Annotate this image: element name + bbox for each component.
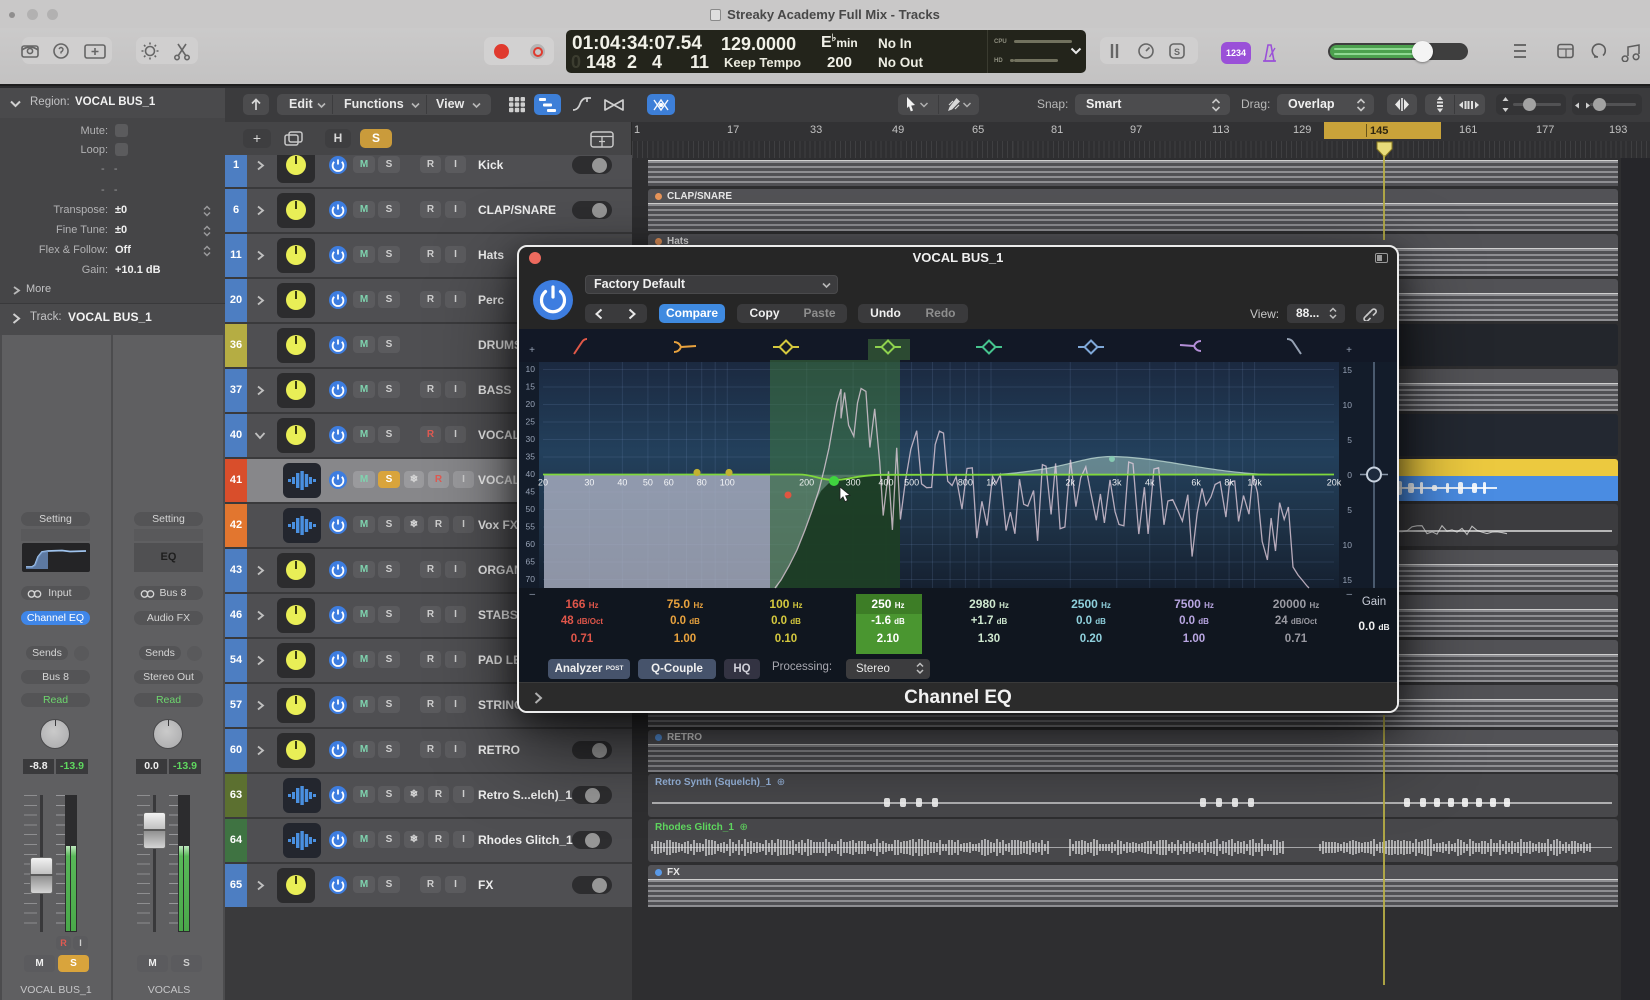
svg-text:35: 35 — [526, 452, 536, 462]
svg-text:6k: 6k — [1191, 478, 1201, 488]
svg-text:5: 5 — [1347, 435, 1352, 445]
svg-text:80: 80 — [697, 478, 707, 488]
svg-text:400: 400 — [878, 478, 893, 488]
svg-text:100: 100 — [720, 478, 735, 488]
svg-text:5: 5 — [1347, 505, 1352, 515]
svg-text:10k: 10k — [1247, 478, 1262, 488]
svg-text:8k: 8k — [1224, 478, 1234, 488]
svg-text:200: 200 — [799, 478, 814, 488]
svg-text:500: 500 — [904, 478, 919, 488]
svg-text:30: 30 — [526, 434, 536, 444]
svg-text:45: 45 — [526, 487, 536, 497]
svg-text:1k: 1k — [986, 478, 996, 488]
svg-text:60: 60 — [526, 539, 536, 549]
svg-text:25: 25 — [526, 417, 536, 427]
svg-text:15: 15 — [526, 382, 536, 392]
svg-text:30: 30 — [584, 478, 594, 488]
svg-text:300: 300 — [846, 478, 861, 488]
svg-text:15: 15 — [1343, 365, 1353, 375]
svg-text:40: 40 — [617, 478, 627, 488]
svg-text:10: 10 — [1343, 540, 1353, 550]
svg-text:50: 50 — [643, 478, 653, 488]
svg-text:40: 40 — [526, 469, 536, 479]
svg-text:20: 20 — [526, 399, 536, 409]
svg-text:15: 15 — [1343, 575, 1353, 585]
svg-text:70: 70 — [526, 574, 536, 584]
svg-text:2k: 2k — [1066, 478, 1076, 488]
svg-text:+: + — [529, 345, 535, 356]
svg-text:4k: 4k — [1145, 478, 1155, 488]
svg-text:S: S — [1174, 47, 1180, 57]
svg-text:50: 50 — [526, 504, 536, 514]
svg-text:10: 10 — [526, 364, 536, 374]
svg-text:+: + — [1346, 345, 1352, 356]
svg-text:10: 10 — [1343, 400, 1353, 410]
svg-text:20k: 20k — [1327, 478, 1342, 488]
svg-text:800: 800 — [958, 478, 973, 488]
svg-text:55: 55 — [526, 522, 536, 532]
svg-text:20: 20 — [538, 478, 548, 488]
svg-text:–: – — [529, 589, 535, 600]
svg-text:0: 0 — [1347, 470, 1352, 480]
svg-text:60: 60 — [664, 478, 674, 488]
svg-text:3k: 3k — [1112, 478, 1122, 488]
svg-text:65: 65 — [526, 557, 536, 567]
